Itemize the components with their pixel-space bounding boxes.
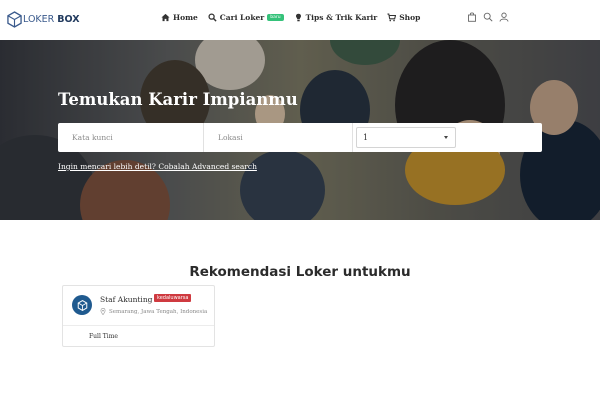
nav-label-home: Home [173, 13, 198, 22]
expired-badge: kedaluwarsa [154, 294, 192, 302]
navbar: LOKER BOX Home Cari Loker baru Tips & Tr… [0, 0, 600, 40]
map-pin-icon [100, 308, 106, 315]
site-logo[interactable]: LOKER BOX [7, 10, 80, 28]
cart-icon [387, 13, 397, 22]
job-search-form: Kata kunci Lokasi 1 [58, 123, 542, 152]
search-icon [208, 13, 217, 22]
nav-label-cari-loker: Cari Loker [219, 13, 265, 22]
divider [63, 325, 214, 326]
chevron-down-icon [444, 136, 448, 139]
nav-item-cari-loker[interactable]: Cari Loker baru [208, 13, 284, 22]
lightbulb-icon [295, 13, 301, 22]
location-input[interactable]: Lokasi [204, 123, 353, 152]
advanced-search-link[interactable]: Ingin mencari lebih detil? Cobalah Advan… [58, 162, 257, 171]
nav-item-tips[interactable]: Tips & Trik Karir [294, 13, 378, 22]
job-title[interactable]: Staf Akunting [100, 295, 152, 304]
recommendations-title: Rekomendasi Loker untukmu [189, 264, 411, 280]
category-select-value: 1 [363, 133, 369, 142]
company-logo [72, 295, 92, 315]
job-location-text: Semarang, Jawa Tengah, Indonesia [109, 308, 208, 315]
user-icon[interactable] [499, 12, 509, 22]
search-icon[interactable] [483, 12, 493, 22]
keyword-input[interactable]: Kata kunci [58, 123, 204, 152]
hero-title: Temukan Karir Impianmu [58, 90, 298, 109]
new-badge: baru [267, 14, 284, 21]
job-location: Semarang, Jawa Tengah, Indonesia [100, 308, 207, 315]
box-logo-icon [7, 10, 22, 28]
nav-item-shop[interactable]: Shop [387, 13, 420, 22]
category-select[interactable]: 1 [356, 127, 456, 148]
job-card[interactable]: Staf Akunting kedaluwarsa Semarang, Jawa… [62, 285, 215, 347]
nav-label-tips: Tips & Trik Karir [305, 13, 378, 22]
main-nav: Home Cari Loker baru Tips & Trik Karir S… [161, 13, 420, 22]
home-icon [161, 13, 170, 22]
box-logo-icon [77, 299, 87, 311]
nav-item-home[interactable]: Home [161, 13, 198, 22]
hero-banner: Temukan Karir Impianmu Kata kunci Lokasi… [0, 40, 600, 220]
logo-text: LOKER BOX [23, 13, 80, 25]
nav-label-shop: Shop [399, 13, 421, 22]
shopping-bag-icon[interactable] [467, 12, 477, 22]
job-type: Full Time [89, 333, 118, 340]
nav-right-icons [461, 12, 509, 22]
